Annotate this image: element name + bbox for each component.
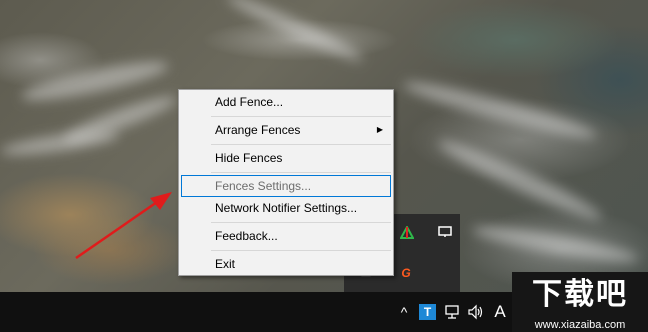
- fences-tray-icon[interactable]: [400, 226, 414, 240]
- menu-item-label: Feedback...: [215, 229, 278, 243]
- menu-separator: [211, 172, 391, 173]
- menu-item-network-notifier-settings[interactable]: Network Notifier Settings...: [181, 197, 391, 219]
- g-app-icon[interactable]: G: [398, 266, 414, 280]
- menu-item-feedback[interactable]: Feedback...: [181, 225, 391, 247]
- watermark-logo: 下载吧: [512, 272, 648, 318]
- menu-item-label: Hide Fences: [215, 151, 283, 165]
- menu-item-label: Network Notifier Settings...: [215, 201, 358, 215]
- menu-item-exit[interactable]: Exit: [181, 253, 391, 275]
- volume-icon[interactable]: [467, 304, 485, 320]
- watermark: 下载吧 www.xiazaiba.com: [512, 272, 648, 332]
- menu-item-label: Arrange Fences: [215, 123, 301, 137]
- network-icon[interactable]: [444, 304, 460, 320]
- menu-item-label: Exit: [215, 257, 236, 271]
- monitor-icon[interactable]: [438, 226, 452, 238]
- t-app-tray-icon[interactable]: T: [419, 304, 436, 320]
- menu-separator: [211, 116, 391, 117]
- menu-item-label: Add Fence...: [215, 95, 284, 109]
- submenu-arrow-icon: ▶: [376, 125, 383, 134]
- input-method-indicator[interactable]: A: [492, 303, 508, 321]
- menu-item-label: Fences Settings...: [215, 179, 312, 193]
- menu-item-hide-fences[interactable]: Hide Fences: [181, 147, 391, 169]
- menu-separator: [211, 250, 391, 251]
- menu-item-arrange-fences[interactable]: Arrange Fences ▶: [181, 119, 391, 141]
- show-hidden-icons-chevron-icon[interactable]: ^: [396, 303, 412, 321]
- menu-item-fences-settings[interactable]: Fences Settings...: [181, 175, 391, 197]
- menu-separator: [211, 144, 391, 145]
- fences-context-menu: Add Fence... Arrange Fences ▶ Hide Fence…: [178, 89, 394, 276]
- watermark-url: www.xiazaiba.com: [512, 318, 648, 332]
- menu-item-add-fence[interactable]: Add Fence...: [181, 91, 391, 113]
- menu-separator: [211, 222, 391, 223]
